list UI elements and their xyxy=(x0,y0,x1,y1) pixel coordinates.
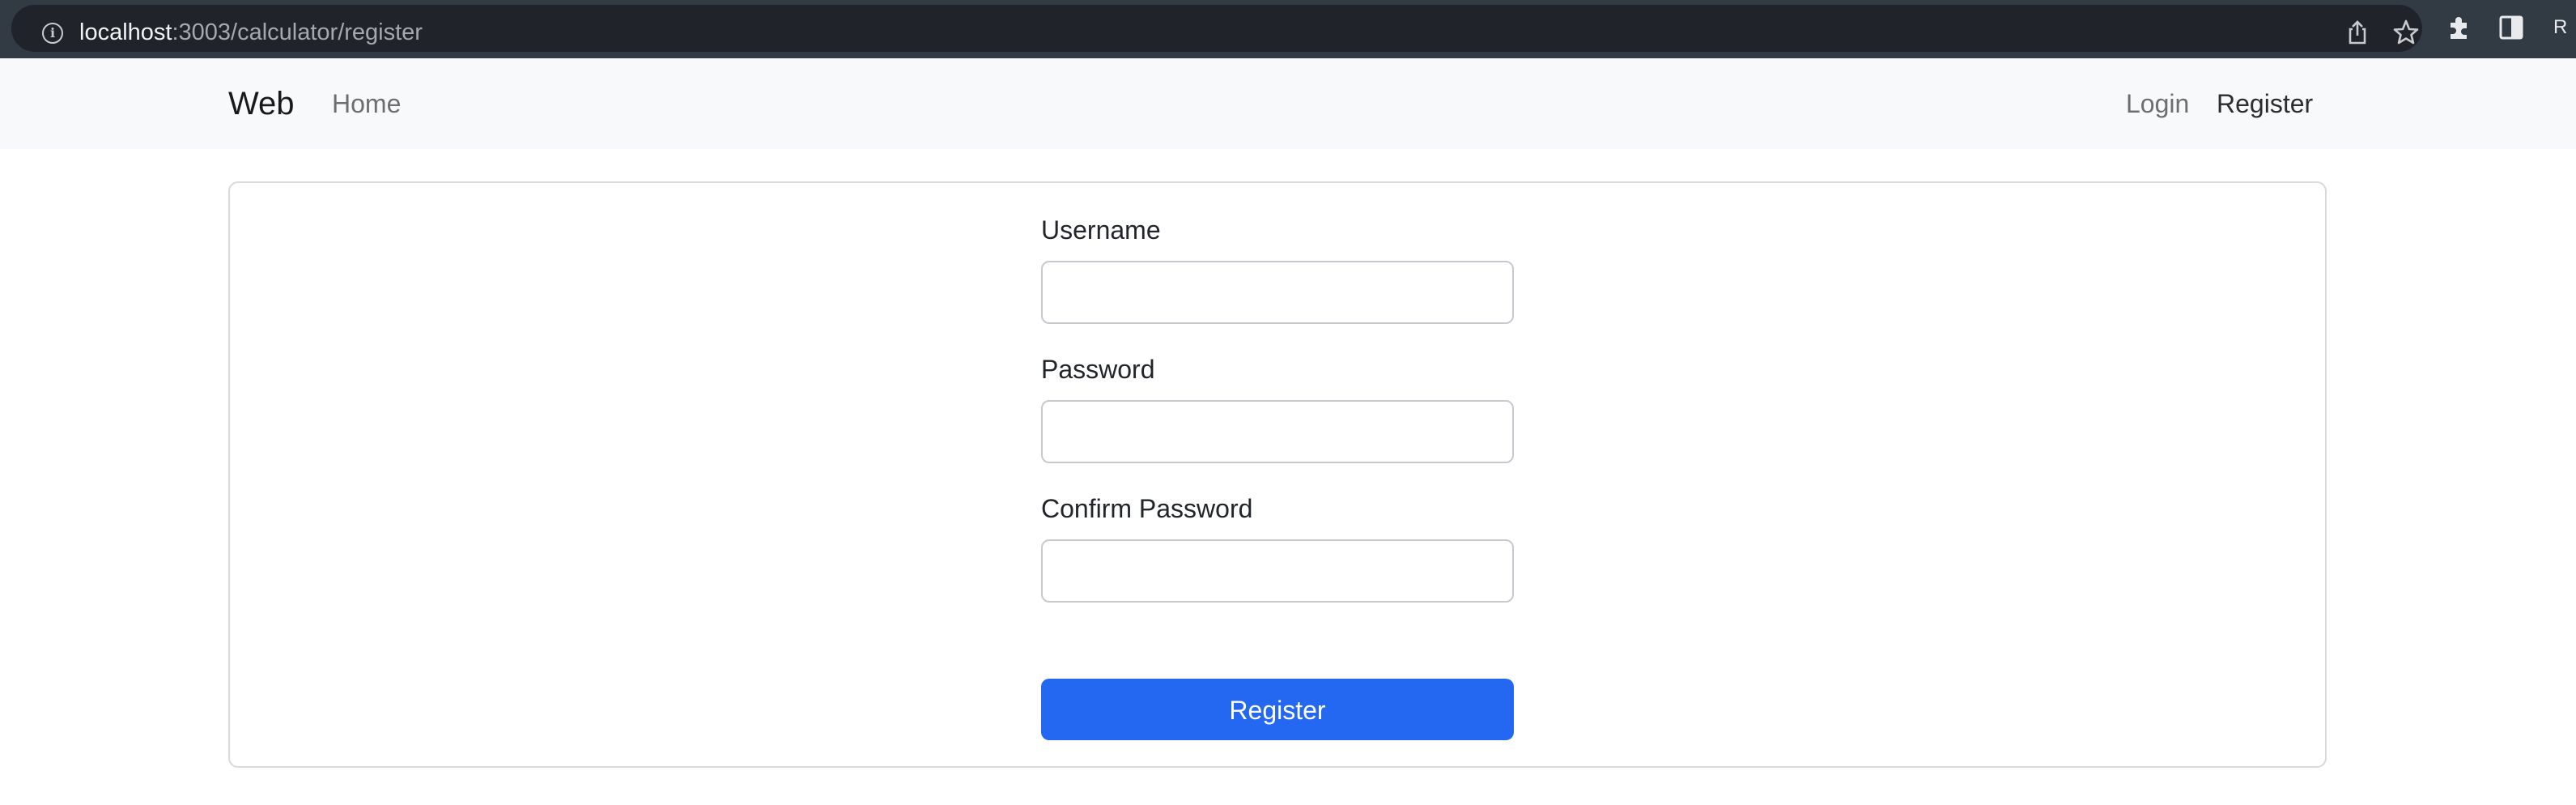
url-host: localhost xyxy=(79,19,172,45)
nav-register-link[interactable]: Register xyxy=(2217,84,2313,123)
url-path: :3003/calculator/register xyxy=(172,19,423,45)
nav-home-link[interactable]: Home xyxy=(332,84,401,123)
brand-link[interactable]: Web xyxy=(228,81,295,126)
username-label: Username xyxy=(1041,215,1161,245)
side-panel-icon[interactable] xyxy=(2497,13,2526,42)
password-label: Password xyxy=(1041,355,1155,384)
password-input[interactable] xyxy=(1041,400,1514,463)
confirm-password-input[interactable] xyxy=(1041,539,1514,603)
share-icon[interactable] xyxy=(2343,18,2372,47)
confirm-password-label: Confirm Password xyxy=(1041,494,1253,523)
username-input[interactable] xyxy=(1041,261,1514,324)
extensions-puzzle-icon[interactable] xyxy=(2445,13,2474,42)
nav-login-link[interactable]: Login xyxy=(2126,84,2189,123)
profile-avatar[interactable]: R xyxy=(2553,15,2567,40)
url-text[interactable]: localhost:3003/calculator/register xyxy=(79,16,423,49)
browser-toolbar: i localhost:3003/calculator/register R xyxy=(0,0,2576,58)
register-submit-button[interactable]: Register xyxy=(1041,679,1514,740)
address-bar[interactable]: i localhost:3003/calculator/register xyxy=(11,5,2422,52)
info-icon[interactable]: i xyxy=(42,23,63,44)
star-icon[interactable] xyxy=(2391,18,2421,47)
navbar: Web Home Login Register xyxy=(0,58,2576,149)
